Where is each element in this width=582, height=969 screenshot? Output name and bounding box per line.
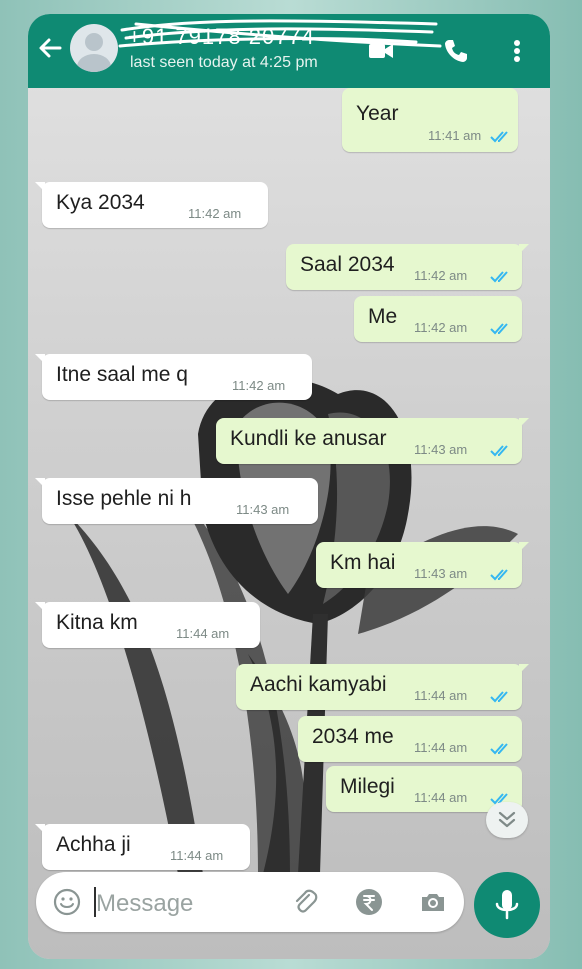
double-check-read-icon [490, 323, 508, 335]
more-vertical-icon[interactable] [502, 36, 532, 66]
message-bubble-outgoing[interactable]: Aachi kamyabi 11:44 am [236, 664, 529, 710]
bubble-tail [519, 542, 529, 552]
message-time: 11:44 am [414, 688, 468, 703]
message-time: 11:43 am [414, 566, 468, 581]
double-check-read-icon [490, 743, 508, 755]
phone-screen: +91 79178 20774 last seen today at 4:25 … [28, 14, 550, 959]
message-input[interactable]: Message [96, 890, 193, 918]
message-bubble-incoming[interactable]: Itne saal me q 11:42 am [35, 354, 312, 400]
double-check-read-icon [490, 271, 508, 283]
message-bubble-incoming[interactable]: Kya 2034 11:42 am [35, 182, 268, 228]
video-camera-icon[interactable] [366, 36, 396, 66]
message-time: 11:44 am [414, 740, 468, 755]
message-time: 11:44 am [170, 848, 224, 863]
message-text: Year [356, 102, 399, 125]
message-time: 11:42 am [232, 378, 286, 393]
avatar-body [77, 54, 111, 72]
message-text: Itne saal me q [56, 363, 188, 386]
message-bubble-outgoing[interactable]: Saal 2034 11:42 am [286, 244, 529, 290]
message-time: 11:42 am [414, 268, 468, 283]
voice-record-button[interactable] [474, 872, 540, 938]
message-bubble-outgoing[interactable]: Year 11:41 am [342, 88, 518, 152]
message-list[interactable]: 2034 Year 11:41 am Kya 2034 11:42 am Saa… [28, 68, 550, 870]
double-check-read-icon [490, 445, 508, 457]
bubble-tail [519, 418, 529, 428]
message-bubble-incoming[interactable]: Isse pehle ni h 11:43 am [35, 478, 318, 524]
message-bubble-incoming[interactable]: Kitna km 11:44 am [35, 602, 260, 648]
bubble-tail [35, 354, 45, 364]
message-bubble-outgoing[interactable]: Me 11:42 am [354, 296, 522, 342]
message-text: 2034 me [312, 725, 394, 748]
phone-icon[interactable] [441, 36, 471, 66]
message-text: Kya 2034 [56, 191, 145, 214]
scroll-to-bottom-button[interactable] [486, 802, 528, 838]
avatar-head [85, 33, 103, 51]
double-check-read-icon [490, 691, 508, 703]
message-text: Kitna km [56, 611, 138, 634]
message-composer[interactable]: Message [36, 872, 464, 932]
message-text: Isse pehle ni h [56, 487, 192, 510]
message-time: 11:43 am [236, 502, 290, 517]
bubble-tail [519, 664, 529, 674]
arrow-left-icon[interactable] [36, 34, 64, 62]
bubble-tail [35, 824, 45, 834]
message-text: Me [368, 305, 398, 328]
message-bubble-incoming[interactable]: Achha ji 11:44 am [35, 824, 250, 870]
emoji-icon[interactable] [52, 887, 82, 917]
rupee-icon[interactable] [354, 887, 384, 917]
message-text: Aachi kamyabi [250, 673, 387, 696]
message-bubble-outgoing[interactable]: 2034 me 11:44 am [298, 716, 522, 762]
message-time: 11:43 am [414, 442, 468, 457]
message-bubble-outgoing[interactable]: Km hai 11:43 am [316, 542, 529, 588]
message-time: 11:44 am [176, 626, 230, 641]
redaction-scribble [118, 19, 442, 48]
bubble-tail [35, 182, 45, 192]
message-text: Km hai [330, 551, 396, 574]
message-text: Saal 2034 [300, 253, 395, 276]
message-time: 11:42 am [188, 206, 242, 221]
last-seen-status: last seen today at 4:25 pm [130, 54, 318, 71]
chat-header: +91 79178 20774 last seen today at 4:25 … [28, 14, 550, 88]
bubble-tail [519, 244, 529, 254]
message-time: 11:41 am [428, 128, 482, 143]
message-time: 11:44 am [414, 790, 468, 805]
avatar[interactable] [70, 24, 118, 72]
double-chevron-down-icon [498, 811, 516, 828]
message-text: Kundli ke anusar [230, 427, 387, 450]
camera-icon[interactable] [418, 887, 448, 917]
bubble-tail [35, 478, 45, 488]
message-text: Milegi [340, 775, 395, 798]
double-check-read-icon [490, 131, 508, 143]
message-text: Achha ji [56, 833, 131, 856]
microphone-icon [495, 890, 519, 920]
message-time: 11:42 am [414, 320, 468, 335]
bubble-tail [35, 602, 45, 612]
double-check-read-icon [490, 569, 508, 581]
paperclip-icon[interactable] [290, 887, 320, 917]
message-bubble-outgoing[interactable]: Kundli ke anusar 11:43 am [216, 418, 529, 464]
